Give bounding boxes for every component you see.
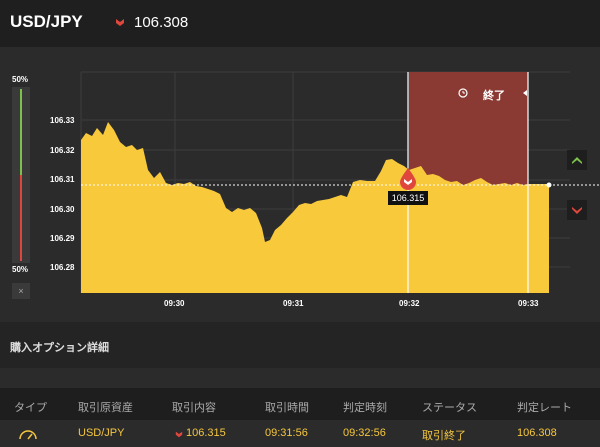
col-asset: 取引原資産	[78, 402, 133, 414]
cell-judge-rate: 106.308	[517, 427, 557, 439]
table-row[interactable]: USD/JPY 106.315 09:31:56 09:32:56 取引終了 1…	[0, 420, 600, 447]
table-header: タイプ 取引原資産 取引内容 取引時間 判定時刻 ステータス 判定レート	[0, 388, 600, 420]
ended-zone	[409, 72, 528, 185]
down-trend-icon	[175, 431, 183, 438]
up-arrow-icon	[572, 157, 582, 164]
cell-time: 09:31:56	[265, 427, 308, 439]
col-type: タイプ	[14, 402, 47, 414]
col-content: 取引内容	[172, 402, 216, 414]
put-button[interactable]	[567, 200, 587, 220]
section-title: 購入オプション詳細	[10, 342, 109, 354]
y-tick: 106.32	[50, 146, 75, 155]
cell-content: 106.315	[186, 427, 226, 439]
current-rate: 106.308	[134, 14, 189, 31]
option-details-section: 購入オプション詳細	[0, 322, 600, 368]
y-tick: 106.33	[50, 116, 75, 125]
x-tick: 09:32	[399, 299, 420, 308]
col-judge-time: 判定時刻	[343, 402, 387, 414]
gauge-icon	[19, 430, 37, 440]
col-time: 取引時間	[265, 402, 309, 414]
col-status: ステータス	[422, 402, 477, 414]
y-tick: 106.31	[50, 175, 75, 184]
cell-judge-time: 09:32:56	[343, 427, 386, 439]
x-tick: 09:33	[518, 299, 539, 308]
current-rate-dot	[546, 182, 552, 188]
call-button[interactable]	[567, 150, 587, 170]
down-arrow-icon	[572, 207, 582, 214]
price-chart	[80, 71, 600, 293]
x-tick: 09:31	[283, 299, 304, 308]
y-tick: 106.28	[50, 263, 75, 272]
cell-status: 取引終了	[422, 430, 466, 442]
top-bar: USD/JPY 106.308	[0, 0, 600, 47]
cell-asset: USD/JPY	[78, 427, 125, 439]
currency-pair-title: USD/JPY	[10, 12, 83, 31]
x-tick: 09:30	[164, 299, 185, 308]
entry-rate-label: 106.315	[388, 191, 428, 205]
down-trend-icon	[116, 19, 124, 26]
col-judge-rate: 判定レート	[517, 402, 572, 414]
end-label: 終了	[483, 90, 505, 102]
y-tick: 106.30	[50, 205, 75, 214]
y-tick: 106.29	[50, 234, 75, 243]
